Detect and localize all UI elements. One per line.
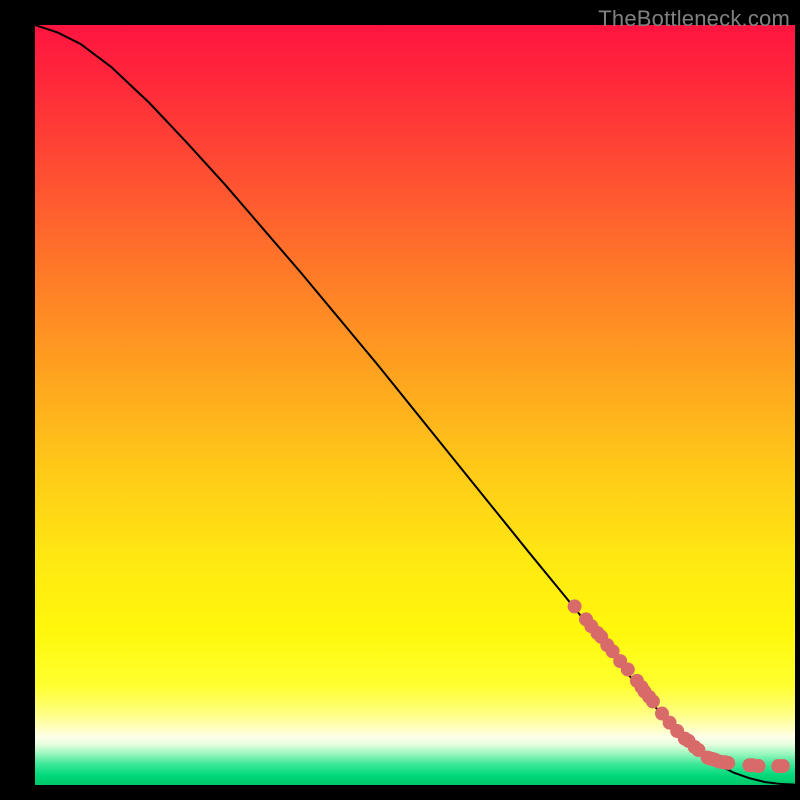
data-point [606, 644, 620, 658]
data-point [590, 626, 604, 640]
data-point [708, 753, 722, 767]
data-point [691, 743, 705, 757]
data-point [663, 716, 677, 730]
data-point [655, 707, 669, 721]
data-point [745, 758, 759, 772]
data-point [712, 754, 726, 768]
data-point [718, 755, 732, 769]
data-point [584, 619, 598, 633]
data-point [688, 740, 702, 754]
data-point [716, 755, 730, 769]
data-point [670, 724, 684, 738]
data-point [568, 599, 582, 613]
data-point [638, 685, 652, 699]
data-point [721, 756, 735, 770]
data-point [701, 751, 715, 765]
data-point [594, 630, 608, 644]
data-point [630, 674, 644, 688]
data-point [703, 751, 717, 765]
watermark-text: TheBottleneck.com [598, 6, 790, 32]
performance-curve [35, 25, 795, 785]
data-point [752, 759, 766, 773]
data-point [621, 662, 635, 676]
chart-plot-area [35, 25, 795, 785]
data-point [634, 680, 648, 694]
data-point [642, 690, 656, 704]
chart-background-gradient [35, 25, 795, 785]
data-point [613, 654, 627, 668]
data-markers-group [568, 599, 790, 773]
data-point [682, 734, 696, 748]
data-point [579, 612, 593, 626]
data-point [600, 638, 614, 652]
data-point [742, 758, 756, 772]
data-point [678, 732, 692, 746]
data-point [646, 694, 660, 708]
chart-svg [35, 25, 795, 785]
data-point [776, 759, 790, 773]
data-point [771, 759, 785, 773]
data-point [706, 752, 720, 766]
